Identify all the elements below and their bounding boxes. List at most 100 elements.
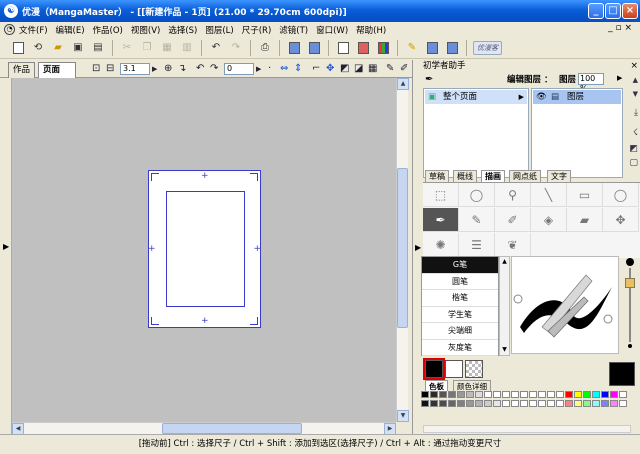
pen-item[interactable]: 灰度笔 xyxy=(422,340,498,356)
transform-icon[interactable]: ◩ xyxy=(340,63,349,74)
copy-icon[interactable]: ❐ xyxy=(139,40,155,56)
balloon-tool-icon[interactable]: ❦ xyxy=(495,233,531,257)
menu-ruler[interactable]: 尺子(R) xyxy=(242,24,272,36)
palette-color[interactable] xyxy=(592,391,600,398)
transparent-swatch[interactable] xyxy=(465,360,483,378)
pen-item[interactable]: 尖端细 xyxy=(422,323,498,340)
palette-color[interactable] xyxy=(484,391,492,398)
pen-tool-icon[interactable]: ✒ xyxy=(423,208,459,232)
layer-window-icon[interactable] xyxy=(355,40,371,56)
menu-file[interactable]: 文件(F) xyxy=(19,24,48,36)
brush-size-slider[interactable] xyxy=(621,256,639,354)
palette-color[interactable] xyxy=(484,400,492,407)
menu-help[interactable]: 帮助(H) xyxy=(356,24,386,36)
panel-close-icon[interactable]: × xyxy=(630,60,638,72)
angle-dropdown-icon[interactable]: ▶ xyxy=(256,65,261,73)
palette-color[interactable] xyxy=(466,391,474,398)
palette-color[interactable] xyxy=(556,391,564,398)
menu-window[interactable]: 窗口(W) xyxy=(316,24,348,36)
pen-item[interactable]: G笔 xyxy=(422,257,498,274)
pen-list-scrollbar[interactable]: ▲ ▼ xyxy=(499,256,510,356)
palette-color[interactable] xyxy=(511,391,519,398)
tab-outline[interactable]: 概线 xyxy=(453,170,477,182)
ruler-tool-icon[interactable]: ⌐ xyxy=(312,63,320,74)
collapse-panel-icon[interactable]: ▶ xyxy=(415,243,421,252)
zoom-out-icon[interactable]: ↴ xyxy=(178,63,186,74)
reset-view-icon[interactable]: · xyxy=(268,63,271,74)
palette-color[interactable] xyxy=(520,391,528,398)
scroll-down-icon[interactable]: ▼ xyxy=(500,345,509,355)
save-icon[interactable]: ▣ xyxy=(70,40,86,56)
tab-work[interactable]: 作品 xyxy=(8,62,36,78)
zoom-in-icon[interactable]: ⊕ xyxy=(164,63,172,74)
redo-icon[interactable]: ↷ xyxy=(228,40,244,56)
delete-layer-icon[interactable]: ▢ xyxy=(629,158,638,168)
ellipse-tool-icon[interactable]: ◯ xyxy=(603,183,639,207)
current-color-swatch[interactable] xyxy=(609,362,635,386)
speedline-tool-icon[interactable]: ☰ xyxy=(459,233,495,257)
move-bottom-icon[interactable]: ⤓ xyxy=(634,108,638,118)
scroll-up-icon[interactable]: ▲ xyxy=(500,257,509,267)
palette-color[interactable] xyxy=(457,391,465,398)
brush-settings-icon[interactable]: ✎ xyxy=(404,40,420,56)
lasso-tool-icon[interactable]: ◯ xyxy=(459,183,495,207)
navigator-icon[interactable] xyxy=(424,40,440,56)
pen-item[interactable]: 圆笔 xyxy=(422,274,498,290)
cut-icon[interactable]: ✂ xyxy=(119,40,135,56)
manga-page[interactable]: + + + + xyxy=(148,170,261,328)
size-slider-thumb[interactable] xyxy=(625,278,635,288)
palette-color[interactable] xyxy=(601,400,609,407)
tab-text[interactable]: 文字 xyxy=(547,170,571,182)
spread-view-icon[interactable] xyxy=(306,40,322,56)
palette-color[interactable] xyxy=(475,391,483,398)
save-as-icon[interactable]: ▤ xyxy=(90,40,106,56)
fill-tool-icon[interactable]: ▰ xyxy=(567,208,603,232)
palette-color[interactable] xyxy=(574,400,582,407)
pages-item-whole-page[interactable]: ▣ 整个页面 ▶ xyxy=(425,90,527,104)
pen-item[interactable]: 学生笔 xyxy=(422,307,498,323)
palette-color[interactable] xyxy=(592,400,600,407)
tab-page[interactable]: 页面 × xyxy=(38,62,76,89)
rectangle-tool-icon[interactable]: ▭ xyxy=(567,183,603,207)
document-icon[interactable]: ◔ xyxy=(4,24,15,35)
side-arrow-down-icon[interactable]: ▼ xyxy=(633,90,638,98)
minimize-button[interactable]: _ xyxy=(588,3,604,19)
pencil-tool-icon[interactable]: ✎ xyxy=(459,208,495,232)
rotate-right-icon[interactable]: ↷ xyxy=(210,63,218,74)
background-swatch[interactable] xyxy=(445,360,463,378)
grid-icon[interactable]: ▦ xyxy=(368,63,377,74)
palette-color[interactable] xyxy=(439,391,447,398)
palette-color[interactable] xyxy=(502,391,510,398)
palette-color[interactable] xyxy=(502,400,510,407)
palette-color[interactable] xyxy=(619,391,627,398)
flip-horizontal-icon[interactable]: ⇔ xyxy=(280,63,288,74)
menu-filter[interactable]: 滤镜(T) xyxy=(279,24,308,36)
palette-color[interactable] xyxy=(421,400,429,407)
info-window-icon[interactable] xyxy=(444,40,460,56)
color-palette[interactable] xyxy=(421,391,631,424)
vertical-scrollbar[interactable]: ▲ ▼ xyxy=(396,78,409,422)
palette-color[interactable] xyxy=(439,400,447,407)
new-page-icon[interactable]: ⟲ xyxy=(30,40,46,56)
eye-icon[interactable]: 👁 xyxy=(536,90,547,104)
palette-color[interactable] xyxy=(511,400,519,407)
select-move-icon[interactable]: ✥ xyxy=(326,63,334,74)
palette-color[interactable] xyxy=(493,391,501,398)
pen-item[interactable]: 楷笔 xyxy=(422,290,498,307)
palette-color[interactable] xyxy=(448,391,456,398)
palette-color[interactable] xyxy=(610,391,618,398)
maximize-button[interactable]: □ xyxy=(605,3,621,19)
palette-color[interactable] xyxy=(583,400,591,407)
menu-view[interactable]: 视图(V) xyxy=(131,24,160,36)
scroll-down-icon[interactable]: ▼ xyxy=(397,410,409,422)
palette-color[interactable] xyxy=(430,400,438,407)
palette-color[interactable] xyxy=(583,391,591,398)
palette-scrollbar[interactable] xyxy=(423,425,631,433)
clear-icon[interactable]: ▥ xyxy=(179,40,195,56)
palette-color[interactable] xyxy=(556,400,564,407)
layer-opacity-input[interactable]: 100 % xyxy=(578,73,604,93)
palette-color[interactable] xyxy=(448,400,456,407)
eraser-tool-icon[interactable]: ✐ xyxy=(400,63,408,74)
palette-color[interactable] xyxy=(466,400,474,407)
open-folder-icon[interactable]: ▰ xyxy=(50,40,66,56)
